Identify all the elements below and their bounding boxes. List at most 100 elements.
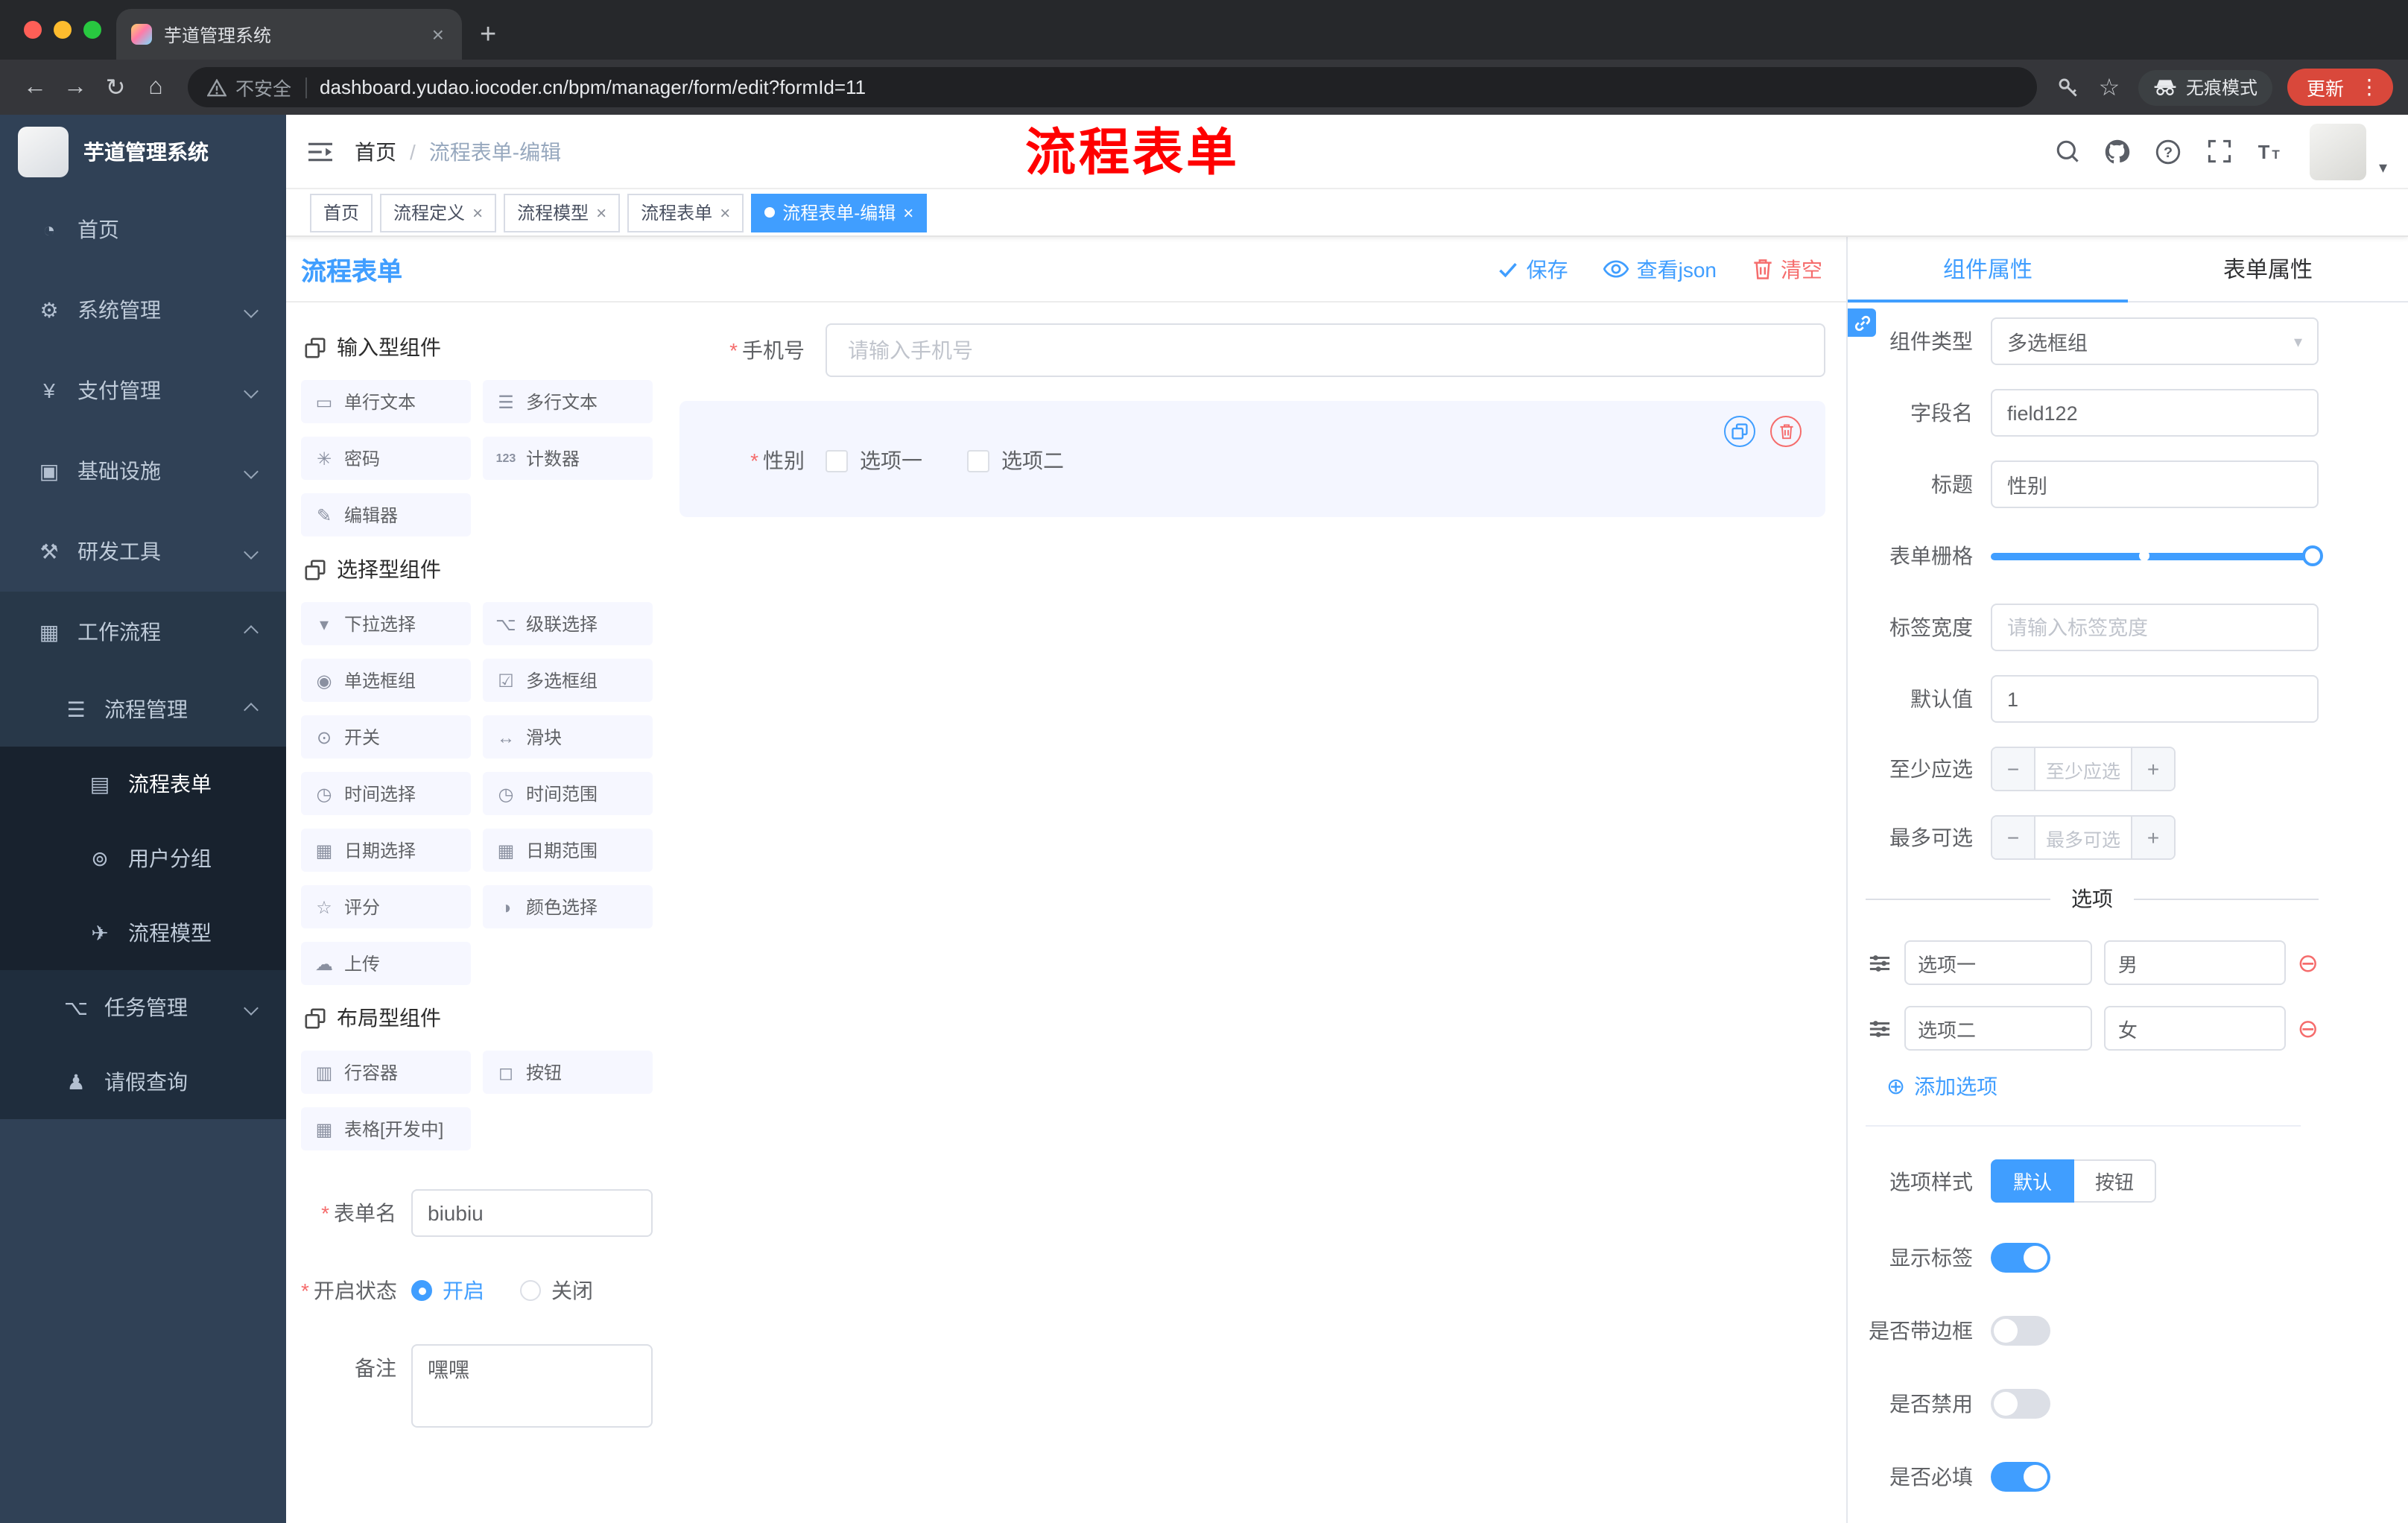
help-icon[interactable]: ? <box>2149 132 2188 171</box>
tag-1[interactable]: 流程定义 × <box>380 193 497 232</box>
component-table[interactable]: ▦ 表格[开发中] <box>301 1107 471 1150</box>
component-counter[interactable]: 123 计数器 <box>483 437 653 480</box>
sidebar-item-form[interactable]: ▤ 流程表单 <box>0 747 286 821</box>
component-color[interactable]: ◑ 颜色选择 <box>483 885 653 928</box>
key-icon[interactable] <box>2049 75 2089 99</box>
sidebar-toggle-icon[interactable] <box>307 139 334 163</box>
option-style-default-button[interactable]: 默认 <box>1991 1159 2075 1203</box>
sidebar-item-task[interactable]: ⌥ 任务管理 <box>0 970 286 1045</box>
status-radio-off[interactable]: 关闭 <box>520 1276 593 1305</box>
component-date-range[interactable]: ▦ 日期范围 <box>483 829 653 872</box>
grid-slider[interactable] <box>1991 532 2323 580</box>
title-input[interactable] <box>1991 460 2319 508</box>
option-label-input[interactable] <box>1904 940 2093 985</box>
zoom-window-button[interactable] <box>83 21 101 39</box>
github-icon[interactable] <box>2099 132 2138 171</box>
component-checkbox-group[interactable]: ☑ 多选框组 <box>483 659 653 702</box>
breadcrumb-home[interactable]: 首页 <box>355 136 396 166</box>
sidebar-logo[interactable]: 芋道管理系统 <box>0 115 286 189</box>
canvas-field-gender-selected[interactable]: * 性别 选项一 选项二 <box>679 401 1825 517</box>
label-width-input[interactable] <box>1991 604 2319 651</box>
option-value-input[interactable] <box>2104 940 2286 985</box>
toggle-switch[interactable] <box>1991 1389 2050 1419</box>
drag-handle-icon[interactable] <box>1866 952 1892 974</box>
increase-button[interactable]: + <box>2131 748 2174 790</box>
checkbox-option-2[interactable]: 选项二 <box>967 446 1064 475</box>
status-radio-on[interactable]: 开启 <box>411 1276 484 1305</box>
back-button[interactable]: ← <box>15 74 55 101</box>
sidebar-item-workflow[interactable]: ▦ 工作流程 <box>0 592 286 672</box>
option-style-button-button[interactable]: 按钮 <box>2074 1159 2157 1203</box>
component-upload[interactable]: ☁ 上传 <box>301 942 471 985</box>
tag-close-icon[interactable]: × <box>472 202 483 223</box>
fullscreen-icon[interactable] <box>2200 132 2239 171</box>
drag-handle-icon[interactable] <box>1866 1017 1892 1039</box>
component-row[interactable]: ▥ 行容器 <box>301 1051 471 1094</box>
tag-close-icon[interactable]: × <box>596 202 606 223</box>
phone-input[interactable] <box>826 323 1825 377</box>
remove-option-icon[interactable]: ⊖ <box>2298 950 2319 975</box>
minimize-window-button[interactable] <box>54 21 72 39</box>
sidebar-item-tools[interactable]: ⚒ 研发工具 <box>0 511 286 592</box>
link-icon[interactable] <box>1848 308 1876 337</box>
tab-close-icon[interactable]: × <box>429 22 447 46</box>
close-window-button[interactable] <box>24 21 42 39</box>
canvas-field-phone[interactable]: * 手机号 <box>679 323 1825 377</box>
sidebar-item-process-mgmt[interactable]: ☰ 流程管理 <box>0 672 286 747</box>
add-option-button[interactable]: ⊕ 添加选项 <box>1886 1071 2319 1101</box>
toggle-switch[interactable] <box>1991 1243 2050 1273</box>
browser-update-button[interactable]: 更新 ⋮ <box>2287 69 2393 106</box>
canvas-field-gender[interactable]: * 性别 选项一 选项二 <box>679 446 1825 475</box>
clear-button[interactable]: 清空 <box>1752 254 1822 284</box>
font-size-icon[interactable]: TT <box>2251 132 2290 171</box>
tag-3[interactable]: 流程表单 × <box>627 193 744 232</box>
component-radio-group[interactable]: ◉ 单选框组 <box>301 659 471 702</box>
decrease-button[interactable]: − <box>1992 817 2035 858</box>
sidebar-item-pay[interactable]: ¥ 支付管理 <box>0 350 286 431</box>
component-select[interactable]: ▾ 下拉选择 <box>301 602 471 645</box>
form-name-input[interactable] <box>411 1189 653 1237</box>
forward-button[interactable]: → <box>55 74 95 101</box>
component-time-range[interactable]: ◷ 时间范围 <box>483 772 653 815</box>
component-single-text[interactable]: ▭ 单行文本 <box>301 380 471 423</box>
option-value-input[interactable] <box>2104 1006 2286 1051</box>
tag-2[interactable]: 流程模型 × <box>504 193 621 232</box>
component-slider[interactable]: ↔ 滑块 <box>483 715 653 759</box>
tag-close-icon[interactable]: × <box>720 202 730 223</box>
checkbox-option-1[interactable]: 选项一 <box>826 446 922 475</box>
toggle-switch[interactable] <box>1991 1316 2050 1346</box>
sidebar-item-gear[interactable]: ⚙ 系统管理 <box>0 270 286 350</box>
address-bar[interactable]: 不安全 dashboard.yudao.iocoder.cn/bpm/manag… <box>188 67 2037 107</box>
increase-button[interactable]: + <box>2131 817 2174 858</box>
tab-component-props[interactable]: 组件属性 <box>1848 237 2128 303</box>
sidebar-item-user-group[interactable]: ⊚ 用户分组 <box>0 821 286 896</box>
sidebar-item-dashboard[interactable]: ◔ 首页 <box>0 189 286 270</box>
tag-close-icon[interactable]: × <box>903 202 913 223</box>
tag-0[interactable]: 首页 <box>310 193 373 232</box>
sidebar-item-leave[interactable]: ♟ 请假查询 <box>0 1045 286 1119</box>
stepper-placeholder[interactable]: 最多可选 <box>2035 817 2131 858</box>
remove-option-icon[interactable]: ⊖ <box>2298 1016 2319 1041</box>
component-button[interactable]: ◻ 按钮 <box>483 1051 653 1094</box>
new-tab-button[interactable]: + <box>480 21 496 49</box>
component-date[interactable]: ▦ 日期选择 <box>301 829 471 872</box>
search-icon[interactable] <box>2048 132 2087 171</box>
component-switch[interactable]: ⊙ 开关 <box>301 715 471 759</box>
component-multi-text[interactable]: ☰ 多行文本 <box>483 380 653 423</box>
home-button[interactable]: ⌂ <box>136 74 176 101</box>
component-rate[interactable]: ☆ 评分 <box>301 885 471 928</box>
tab-form-props[interactable]: 表单属性 <box>2128 237 2408 301</box>
bookmark-star-icon[interactable]: ☆ <box>2089 72 2129 102</box>
component-cascader[interactable]: ⌥ 级联选择 <box>483 602 653 645</box>
component-editor[interactable]: ✎ 编辑器 <box>301 493 471 536</box>
user-avatar[interactable] <box>2310 123 2367 180</box>
save-button[interactable]: 保存 <box>1498 254 1568 284</box>
option-label-input[interactable] <box>1904 1006 2093 1051</box>
view-json-button[interactable]: 查看json <box>1603 254 1717 284</box>
field-name-input[interactable] <box>1991 389 2319 437</box>
component-type-select[interactable]: 多选框组 ▾ <box>1991 317 2319 365</box>
stepper-placeholder[interactable]: 至少应选 <box>2035 748 2131 790</box>
sidebar-item-model[interactable]: ✈ 流程模型 <box>0 896 286 970</box>
slider-handle[interactable] <box>2302 545 2323 566</box>
tag-4[interactable]: 流程表单-编辑 × <box>751 193 928 232</box>
